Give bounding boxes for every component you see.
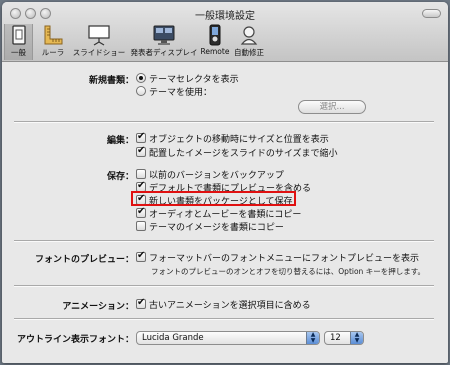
checkbox-control[interactable] [136,221,146,231]
autocorrect-icon [240,26,258,45]
copy-theme-images-checkbox[interactable]: テーマのイメージを書類にコピー [136,221,284,233]
editing-label: 編集： [106,136,134,146]
toolbar-item-presenter-display[interactable]: 発表者ディスプレイ [130,24,198,60]
checkbox-label: テーマのイメージを書類にコピー [149,223,284,233]
outline-font-value: Lucida Grande [142,333,204,343]
toolbar-item-general[interactable]: 一般 [4,24,33,60]
radio-control[interactable] [136,73,146,83]
font-preview-label: フォントのプレビュー： [34,255,134,265]
radio-label: テーマを使用： [149,88,213,98]
checkbox-control[interactable] [136,297,146,309]
preferences-window: 一般環境設定 一般 ルーラ スライドショー 発表者ディスプレイ Remote 自… [2,2,448,363]
show-size-position-checkbox[interactable]: オブジェクトの移動時にサイズと位置を表示 [136,131,329,145]
checkbox-label: 以前のバージョンをバックアップ [149,171,284,181]
radio-control[interactable] [136,86,146,96]
show-theme-chooser-radio[interactable]: テーマセレクタを表示 [136,73,239,85]
new-document-label: 新規書類： [88,76,134,86]
checkbox-label: オブジェクトの移動時にサイズと位置を表示 [149,135,329,145]
remote-icon [209,24,221,46]
font-preview-checkbox[interactable]: フォーマットバーのフォントメニューにフォントプレビューを表示 [136,250,420,264]
checkbox-control[interactable] [136,206,146,218]
use-theme-radio[interactable]: テーマを使用： [136,86,212,98]
toolbar-item-slideshow[interactable]: スライドショー [69,24,129,60]
checkbox-label: 古いアニメーションを選択項目に含める [149,301,311,311]
checkbox-control[interactable] [136,145,146,157]
toolbar: 一般環境設定 一般 ルーラ スライドショー 発表者ディスプレイ Remote 自… [2,2,448,62]
outline-font-label: アウトライン表示フォント： [16,335,134,345]
presenter-display-icon [153,25,175,45]
toolbar-item-autocorrect[interactable]: 自動修正 [232,24,266,60]
checkbox-label: フォーマットバーのフォントメニューにフォントプレビューを表示 [149,254,420,264]
window-title: 一般環境設定 [195,11,255,22]
toolbar-item-remote[interactable]: Remote [200,24,230,60]
checkbox-control[interactable] [136,250,146,262]
copy-audio-movies-checkbox[interactable]: オーディオとムービーを書類にコピー [136,206,302,220]
divider [14,318,434,320]
divider [14,285,434,287]
slideshow-icon [88,25,110,46]
annotation-highlight-box [131,191,296,206]
outline-font-size-select[interactable]: 12 ▲ ▼ [324,331,364,345]
general-icon [11,25,26,45]
toolbar-item-label: 自動修正 [234,48,264,57]
outline-font-select[interactable]: Lucida Grande ▲ ▼ [136,331,320,345]
checkbox-label: オーディオとムービーを書類にコピー [149,210,302,220]
outline-font-size-value: 12 [330,333,341,343]
toolbar-toggle-button[interactable] [422,9,441,18]
toolbar-item-label: Remote [200,47,230,56]
general-preferences-pane: 新規書類： テーマセレクタを表示 テーマを使用： 選択... 編集： オブジェク… [2,63,448,363]
chevron-up-down-icon: ▲ ▼ [306,332,319,344]
backup-previous-version-checkbox[interactable]: 以前のバージョンをバックアップ [136,169,284,181]
divider [14,121,434,123]
chevron-up-down-icon: ▲ ▼ [350,332,363,344]
toolbar-item-ruler[interactable]: ルーラ [38,24,68,60]
choose-theme-button[interactable]: 選択... [298,100,366,114]
animation-label: アニメーション： [62,302,134,312]
checkbox-control[interactable] [136,131,146,143]
radio-label: テーマセレクタを表示 [149,75,239,85]
checkbox-label: 配置したイメージをスライドのサイズまで縮小 [149,149,338,159]
include-old-animations-checkbox[interactable]: 古いアニメーションを選択項目に含める [136,297,311,311]
toolbar-item-label: ルーラ [41,48,65,57]
scale-images-checkbox[interactable]: 配置したイメージをスライドのサイズまで縮小 [136,145,338,159]
toolbar-item-label: 一般 [11,48,26,57]
toolbar-item-label: 発表者ディスプレイ [130,48,198,57]
ruler-icon [44,25,63,45]
divider [14,240,434,242]
font-preview-note: フォントのプレビューのオンとオフを切り替えるには、Option キーを押します。 [151,267,425,276]
saving-label: 保存： [106,172,134,182]
toolbar-item-label: スライドショー [72,48,126,57]
checkbox-control[interactable] [136,169,146,179]
